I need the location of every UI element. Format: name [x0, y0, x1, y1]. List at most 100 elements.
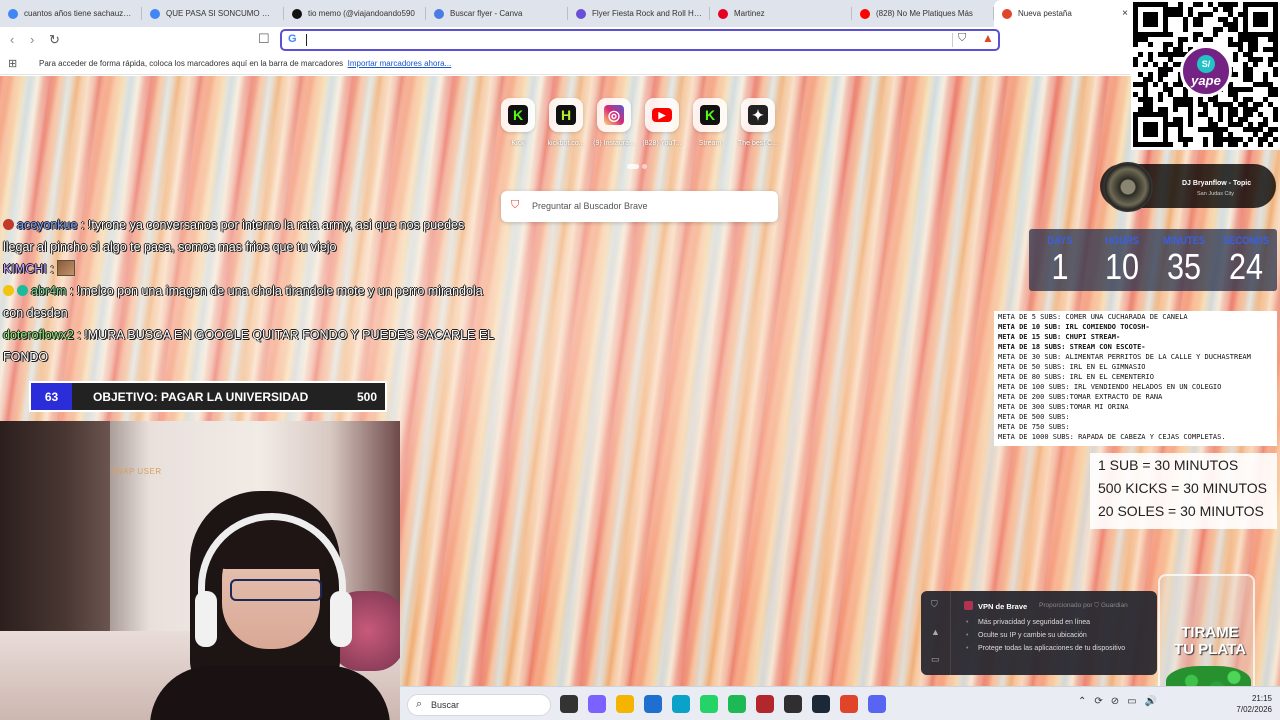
goal-label: OBJETIVO: PAGAR LA UNIVERSIDAD	[93, 390, 309, 404]
vpn-title: VPN de Brave	[978, 602, 1028, 611]
google-icon: G	[288, 33, 297, 45]
goal-item: META DE 500 SUBS:	[998, 413, 1070, 421]
top-site-label: The best C...	[737, 140, 779, 147]
shield-icon[interactable]: ⛉	[931, 599, 938, 610]
goal-target: 500	[356, 390, 377, 404]
obs-icon[interactable]	[784, 695, 802, 713]
pager-dot-active[interactable]	[627, 164, 639, 169]
goal-item: META DE 750 SUBS:	[998, 423, 1070, 431]
top-site-tile[interactable]: ◎ (9) Instagra...	[593, 98, 635, 147]
chat-badge-icon	[3, 219, 14, 230]
pinterest-icon	[718, 8, 728, 19]
countdown-value: 35	[1166, 246, 1202, 287]
top-sites: K Kick Hkickbot.co... ◎ (9) Instagra... ▶ (828…	[500, 98, 778, 147]
screen: { "browser": { "tabs": [ {"title": "cuan…	[0, 0, 1280, 720]
tab[interactable]: QUE PASA SI SONCUMO MUC	[142, 0, 284, 27]
vpn-provider: Proporcionado por ⛉ Guardian	[1039, 602, 1128, 609]
pager-dot[interactable]	[642, 164, 647, 169]
top-site-label: kickbot.co...	[547, 140, 585, 147]
chat-message: abr4m : !melco pon una imagen de una cho…	[3, 280, 498, 324]
top-site-label: Kick	[511, 140, 525, 147]
countdown-cell: MINUTES 35	[1153, 229, 1215, 291]
task-view-icon[interactable]	[560, 695, 578, 713]
game-icon: ✦	[748, 105, 768, 125]
chat-message: doteroflowx2 : !MURA BUSGA EN GOOGLE QUI…	[3, 324, 498, 368]
tab[interactable]: Martinez	[710, 0, 852, 27]
tiktok-icon	[292, 8, 302, 19]
browser-toolbar: ‹ › ↻ ☐ G ⛉ ▲	[0, 27, 1130, 53]
brave-icon	[1002, 8, 1012, 19]
tab-title: Buscar flyer - Canva	[450, 9, 523, 18]
brave-shields-icon[interactable]: ⛉	[958, 32, 966, 45]
bookmarks-hint: Para acceder de forma rápida, coloca los…	[39, 59, 451, 68]
tab-title: Nueva pestaña	[1018, 9, 1072, 18]
taskbar: ⌕ Buscar ⌃ ⟳ ⊘ ▭ 🔊 21:15 7/02/2026	[400, 686, 1280, 720]
spotify-icon[interactable]	[728, 695, 746, 713]
tip-jar-label: TIRAME TU PLATA	[1174, 624, 1246, 658]
brave-rewards-icon[interactable]: ▲	[982, 31, 994, 45]
top-site-tile[interactable]: K Stream	[692, 98, 728, 147]
forward-button[interactable]: ›	[30, 32, 34, 47]
youtube-icon: ▶	[652, 108, 672, 122]
tray-icon[interactable]: ⟳	[1094, 696, 1102, 707]
google-icon	[8, 8, 18, 19]
top-site-tile[interactable]: Hkickbot.co...	[548, 98, 584, 147]
taskbar-search[interactable]: ⌕ Buscar	[407, 694, 551, 716]
edge-icon[interactable]	[672, 695, 690, 713]
tray-icon[interactable]: ▭	[1127, 696, 1136, 707]
wallet-icon[interactable]: ▭	[931, 654, 940, 665]
app-red-icon[interactable]	[756, 695, 774, 713]
tab[interactable]: Nueva pestaña ×	[994, 0, 1136, 27]
whatsapp-icon[interactable]	[700, 695, 718, 713]
countdown-timer: DAYS 1 HOURS 10 MINUTES 35 SECONDS 24	[1029, 229, 1277, 291]
address-input[interactable]	[308, 32, 908, 48]
tab-title: cuantos años tiene sachauzum	[24, 9, 134, 18]
file-explorer-icon[interactable]	[616, 695, 634, 713]
close-icon[interactable]: ×	[1122, 8, 1128, 19]
steam-icon[interactable]	[812, 695, 830, 713]
top-sites-pager[interactable]	[627, 164, 647, 169]
chat-message: KIMCHI :	[3, 258, 498, 280]
now-playing: DJ Bryanflow - Topic San Judas City	[1100, 162, 1276, 212]
copilot-icon[interactable]	[588, 695, 606, 713]
search-placeholder: Preguntar al Buscador Brave	[532, 201, 648, 211]
clock-date: 7/02/2026	[1236, 705, 1272, 714]
store-icon[interactable]	[644, 695, 662, 713]
back-button[interactable]: ‹	[10, 32, 14, 47]
top-site-label: Stream	[698, 140, 722, 147]
import-bookmarks-link[interactable]: Importar marcadores ahora...	[348, 59, 452, 68]
reload-button[interactable]: ↻	[49, 32, 60, 48]
time-rates: 1 SUB = 30 MINUTOS 500 KICKS = 30 MINUTOS…	[1090, 453, 1277, 529]
text-cursor	[306, 34, 307, 46]
bookmarks-hint-text: Para acceder de forma rápida, coloca los…	[39, 59, 344, 68]
top-site-tile[interactable]: K Kick	[500, 98, 536, 147]
goal-current: 63	[31, 383, 72, 410]
tray-icon[interactable]: 🔊	[1145, 696, 1157, 707]
yape-soles-badge: S/	[1197, 54, 1215, 73]
tab[interactable]: (828) No Me Platiques Más	[852, 0, 994, 27]
canva-icon	[576, 8, 586, 19]
discord-icon[interactable]	[868, 695, 886, 713]
address-bar[interactable]: G ⛉ ▲	[280, 29, 1000, 51]
vpn-logo-icon	[964, 601, 973, 610]
bookmark-icon[interactable]: ☐	[258, 31, 270, 47]
tray-icon[interactable]: ⌃	[1078, 696, 1086, 707]
top-site-tile[interactable]: ✦ The best C...	[738, 98, 778, 147]
yape-wordmark: yape	[1191, 72, 1221, 88]
clock[interactable]: 21:15 7/02/2026	[1232, 693, 1272, 715]
tab[interactable]: Flyer Fiesta Rock and Roll Hea	[568, 0, 710, 27]
tab[interactable]: tio memo (@viajandoando590	[284, 0, 426, 27]
stream-chat: aceyonkue : !tyrone ya conversanos por i…	[3, 214, 498, 368]
tab[interactable]: Buscar flyer - Canva	[426, 0, 568, 27]
top-site-tile[interactable]: ▶ (828) YouT...	[642, 98, 682, 147]
brave-search-box[interactable]: ⛉ Preguntar al Buscador Brave	[501, 191, 778, 222]
apps-grid-icon[interactable]: ⊞	[8, 57, 17, 70]
top-site-icon: ✦	[741, 98, 775, 132]
tray-icon[interactable]: ⊘	[1111, 696, 1119, 707]
google-icon	[150, 8, 160, 19]
brave-icon[interactable]	[840, 695, 858, 713]
warning-icon[interactable]: ▲	[931, 627, 940, 637]
top-site-label: (9) Instagra...	[593, 140, 635, 147]
chat-badge-icon	[17, 285, 28, 296]
tab[interactable]: cuantos años tiene sachauzum	[0, 0, 142, 27]
